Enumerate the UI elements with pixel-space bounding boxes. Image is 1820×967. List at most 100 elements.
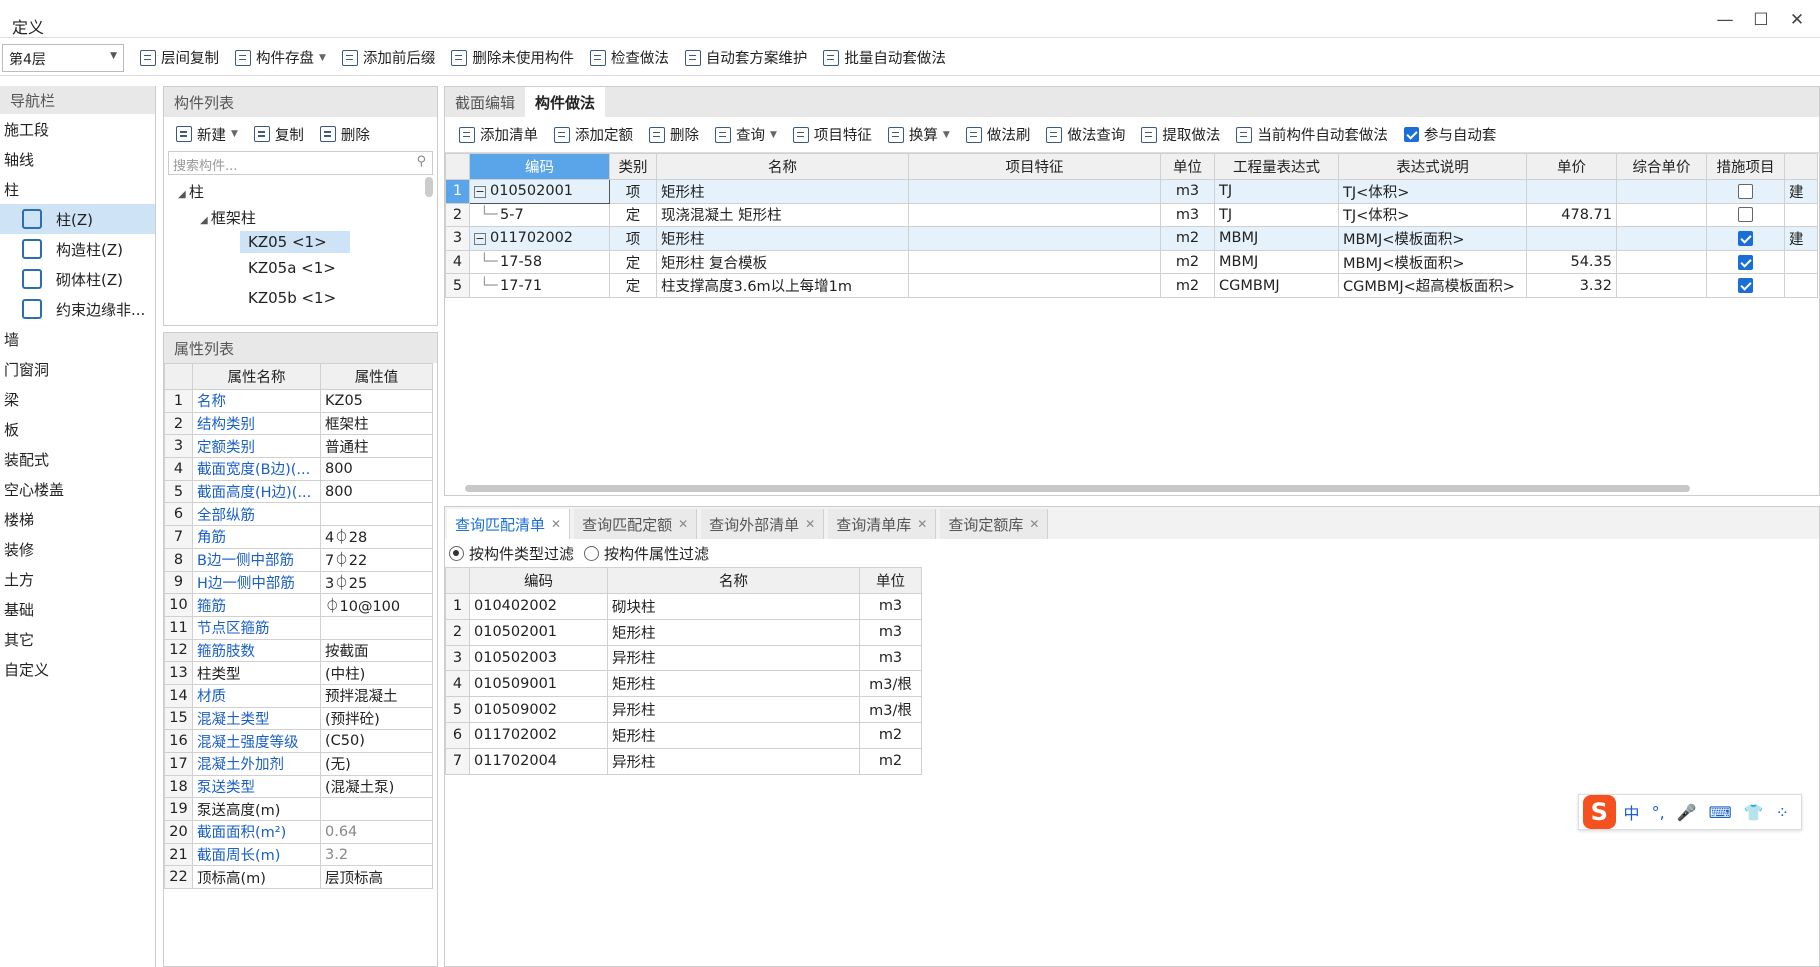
property-row[interactable]: 12 箍筋肢数 按截面 [164, 638, 433, 663]
nav-item[interactable]: 门窗洞 [0, 354, 155, 384]
nav-item[interactable]: 土方 [0, 564, 155, 594]
desc-cell[interactable]: CGMBMJ<超高模板面积> [1338, 273, 1527, 298]
code-cell[interactable]: └─ 5-7 [469, 202, 610, 228]
property-value[interactable]: 普通柱 [320, 434, 433, 459]
comp-cell[interactable] [1616, 249, 1707, 275]
measure-cell[interactable] [1706, 273, 1785, 298]
method-row[interactable]: 5 └─ 17-71 定柱支撑高度3.6m以上每增1m m2 CGMBMJ CGMBMJ<超… [445, 273, 1818, 298]
property-row[interactable]: 13 柱类型 (中柱) [164, 661, 433, 685]
collapse-icon[interactable]: − [474, 233, 486, 246]
type-cell[interactable]: 项 [609, 226, 657, 251]
component-search-input[interactable]: 搜索构件... ⚲ [168, 151, 433, 175]
property-value[interactable]: 7⏀22 [320, 547, 433, 572]
horizontal-scrollbar[interactable] [465, 485, 1690, 492]
convert-button[interactable]: 换算 ▼ [880, 120, 958, 150]
add-prefix-suffix-button[interactable]: 添加前后缀 [334, 43, 444, 73]
checkbox-checked-icon[interactable] [1738, 254, 1753, 270]
measure-cell[interactable] [1706, 226, 1785, 251]
query-tab[interactable]: 查询清单库 ✕ [828, 509, 937, 539]
keyboard-icon[interactable]: ⌨ [1709, 803, 1732, 822]
unit-cell[interactable]: m2 [1160, 226, 1215, 251]
property-value[interactable]: 框架柱 [320, 411, 433, 436]
nav-item[interactable]: 墙 [0, 324, 155, 354]
property-value[interactable] [320, 502, 433, 527]
code-cell[interactable]: 011702004 [469, 747, 608, 775]
nav-item[interactable]: 其它 [0, 624, 155, 654]
nav-item[interactable]: 楼梯 [0, 504, 155, 534]
add-quota-button[interactable]: 添加定额 [546, 120, 641, 150]
auto-apply-checkbox[interactable]: 参与自动套 [1396, 120, 1505, 150]
unit-cell[interactable]: m3 [859, 644, 922, 672]
nav-item[interactable]: 空心楼盖 [0, 474, 155, 504]
code-cell[interactable]: └─ 17-58 [469, 249, 610, 275]
item-feature-button[interactable]: 项目特征 [785, 120, 880, 150]
name-cell[interactable]: 矩形柱 [656, 226, 909, 251]
code-cell[interactable]: −010502001 [469, 179, 610, 204]
desc-cell[interactable]: TJ<体积> [1338, 179, 1527, 204]
apps-icon[interactable]: ⁘ [1776, 803, 1789, 822]
column-header[interactable]: 类别 [609, 153, 657, 180]
property-value[interactable]: 800 [320, 479, 433, 504]
add-list-button[interactable]: 添加清单 [451, 120, 546, 150]
copy-button[interactable]: 复制 [246, 119, 312, 149]
new-button[interactable]: 新建 ▼ [168, 119, 246, 149]
property-row[interactable]: 6 全部纵筋 [164, 502, 433, 527]
floor-select[interactable]: 第4层 ▼ [2, 43, 124, 72]
save-component-button[interactable]: 构件存盘 ▼ [227, 43, 334, 73]
property-row[interactable]: 19 泵送高度(m) [164, 797, 433, 822]
price-cell[interactable]: 3.32 [1526, 273, 1617, 298]
checkbox-checked-icon[interactable] [1738, 278, 1753, 294]
method-row[interactable]: 1−010502001 项矩形柱 m3 TJ TJ<体积> 建 [445, 179, 1818, 204]
nav-item[interactable]: 柱 [0, 174, 155, 204]
tree-node-root[interactable]: ◢ 柱 [178, 181, 204, 202]
nav-item[interactable]: 构造柱(Z) [0, 234, 155, 264]
price-cell[interactable] [1526, 226, 1617, 251]
property-value[interactable]: 层顶标高 [320, 865, 433, 890]
property-row[interactable]: 14 材质 预拌混凝土 [164, 683, 433, 708]
extract-method-button[interactable]: 提取做法 [1133, 120, 1228, 150]
unit-cell[interactable]: m3/根 [859, 670, 922, 698]
nav-item[interactable]: 自定义 [0, 654, 155, 684]
delete-unused-button[interactable]: 删除未使用构件 [443, 43, 582, 73]
property-value[interactable]: (混凝土泵) [320, 774, 433, 799]
check-methods-button[interactable]: 检查做法 [582, 43, 677, 73]
query-row[interactable]: 6 011702002 矩形柱 m2 [445, 721, 922, 749]
tab-component-methods[interactable]: 构件做法 [525, 87, 606, 117]
name-cell[interactable]: 砌块柱 [607, 593, 860, 620]
property-row[interactable]: 21 截面周长(m) 3.2 [164, 842, 433, 867]
auto-apply-current-button[interactable]: 当前构件自动套做法 [1228, 120, 1396, 150]
unit-cell[interactable]: m3 [1160, 179, 1215, 204]
measure-cell[interactable] [1706, 179, 1785, 204]
method-query-button[interactable]: 做法查询 [1038, 120, 1133, 150]
property-row[interactable]: 16 混凝土强度等级 (C50) [164, 729, 433, 753]
column-header[interactable]: 综合单价 [1616, 153, 1707, 180]
code-cell[interactable]: └─ 17-71 [469, 273, 610, 298]
tree-item-selected[interactable]: KZ05 <1> [240, 231, 350, 253]
code-cell[interactable]: 010502001 [469, 618, 608, 646]
nav-item[interactable]: 砌体柱(Z) [0, 264, 155, 294]
column-header[interactable]: 编码 [469, 153, 610, 180]
property-row[interactable]: 15 混凝土类型 (预拌砼) [164, 706, 433, 731]
measure-cell[interactable] [1706, 249, 1785, 275]
property-row[interactable]: 2 结构类别 框架柱 [164, 411, 433, 436]
delete-button[interactable]: 删除 [641, 120, 707, 150]
tree-scrollbar[interactable] [425, 177, 433, 197]
filter-by-type-radio[interactable]: 按构件类型过滤 [449, 543, 574, 564]
comp-cell[interactable] [1616, 226, 1707, 251]
price-cell[interactable] [1526, 179, 1617, 204]
tree-item[interactable]: KZ05b <1> [248, 289, 336, 307]
maximize-icon[interactable]: ☐ [1746, 10, 1776, 30]
query-row[interactable]: 7 011702004 异形柱 m2 [445, 747, 922, 775]
delete-button[interactable]: 删除 [312, 119, 378, 149]
property-row[interactable]: 4 截面宽度(B边)(... 800 [164, 457, 433, 481]
property-row[interactable]: 8 B边一侧中部筋 7⏀22 [164, 547, 433, 572]
property-value[interactable]: 按截面 [320, 638, 433, 663]
close-icon[interactable]: ✕ [1782, 10, 1812, 30]
property-value[interactable]: 0.64 [320, 820, 433, 844]
query-row[interactable]: 1 010402002 砌块柱 m3 [445, 593, 922, 620]
nav-item[interactable]: 施工段 [0, 114, 155, 144]
column-header[interactable]: 单价 [1526, 153, 1617, 180]
minimize-icon[interactable]: — [1710, 10, 1740, 30]
unit-cell[interactable]: m3 [859, 618, 922, 646]
checkbox-icon[interactable] [1738, 183, 1753, 199]
